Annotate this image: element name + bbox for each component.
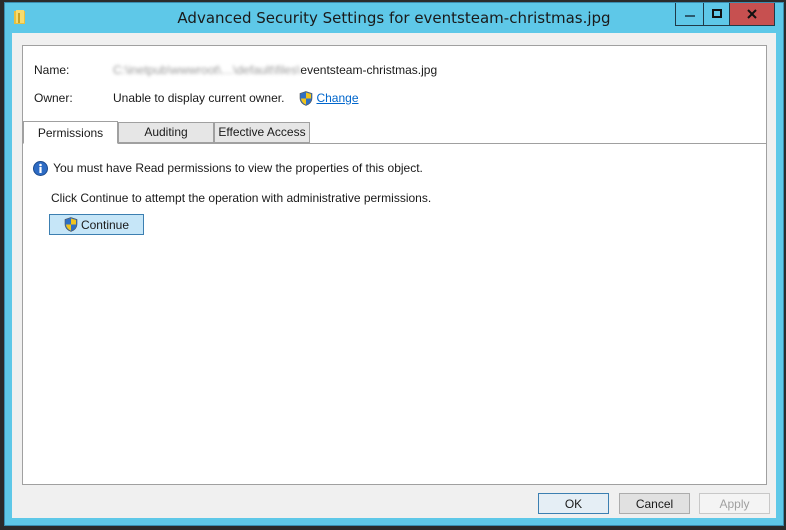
cancel-button[interactable]: Cancel	[619, 493, 690, 514]
tab-effective-access[interactable]: Effective Access	[214, 122, 310, 143]
apply-button[interactable]: Apply	[699, 493, 770, 514]
tab-permissions[interactable]: Permissions	[23, 121, 118, 144]
change-owner-link[interactable]: Change	[316, 91, 358, 105]
owner-label: Owner:	[34, 91, 73, 105]
minimize-button[interactable]	[675, 3, 703, 26]
continue-hint: Click Continue to attempt the operation …	[51, 191, 432, 205]
dialog-client-area: Name: C:\inetpub\wwwroot\…\default\files…	[12, 33, 776, 518]
uac-shield-icon	[64, 217, 78, 232]
change-link-text: Change	[316, 91, 359, 105]
info-icon	[33, 161, 48, 177]
owner-text: Unable to display current owner.	[113, 91, 285, 105]
maximize-button[interactable]	[703, 3, 730, 26]
uac-shield-icon	[299, 91, 313, 107]
tab-divider	[23, 143, 766, 144]
ok-button[interactable]: OK	[538, 493, 609, 514]
minimize-icon	[684, 15, 695, 17]
read-permission-message: You must have Read permissions to view t…	[33, 161, 423, 177]
name-path-redacted: C:\inetpub\wwwroot\…\default\files\	[113, 63, 301, 77]
title-bar[interactable]: Advanced Security Settings for eventstea…	[5, 3, 783, 33]
tab-auditing[interactable]: Auditing	[118, 122, 214, 143]
info-message-text: You must have Read permissions to view t…	[53, 161, 423, 175]
content-panel: Name: C:\inetpub\wwwroot\…\default\files…	[22, 45, 767, 485]
tab-strip: Permissions Auditing Effective Access	[23, 121, 766, 144]
name-file: eventsteam-christmas.jpg	[300, 63, 438, 77]
window-title: Advanced Security Settings for eventstea…	[177, 9, 611, 27]
security-settings-window: Advanced Security Settings for eventstea…	[4, 2, 784, 526]
name-label: Name:	[34, 63, 70, 77]
owner-value: Unable to display current owner. Change	[113, 91, 359, 107]
close-button[interactable]	[730, 3, 775, 26]
continue-button[interactable]: Continue	[49, 214, 144, 235]
name-value: C:\inetpub\wwwroot\…\default\files\event…	[113, 63, 437, 77]
close-icon	[747, 9, 757, 19]
continue-label: Continue	[80, 217, 130, 232]
maximize-icon	[711, 9, 722, 18]
